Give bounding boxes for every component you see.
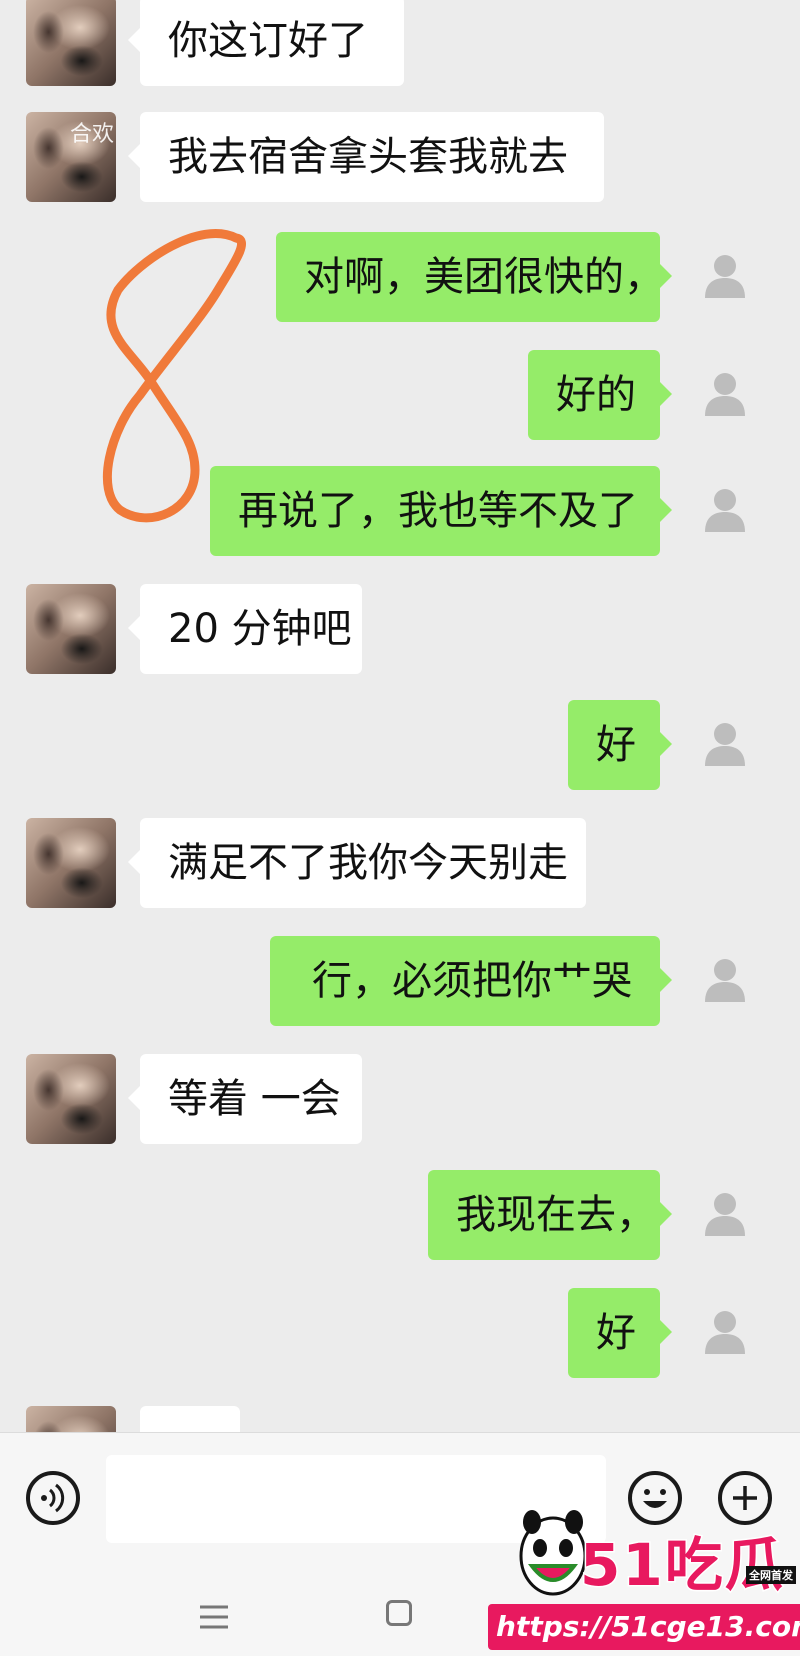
message-row: 好 [0,700,800,790]
default-person-icon [705,489,745,532]
default-person-icon [705,255,745,298]
chat-area[interactable]: 你这订好了我去宿舍拿头套我就去对啊，美团很快的， 好的再说了，我也等不及了 20 分… [0,0,800,1432]
default-person-icon [705,373,745,416]
watermelon-mascot-icon [519,1510,587,1596]
my-avatar[interactable] [680,232,770,322]
default-person-icon [705,723,745,766]
outgoing-message-bubble[interactable]: 行，必须把你艹哭 [270,936,672,1026]
incoming-message-bubble[interactable]: 我去宿舍拿头套我就去 [128,112,604,202]
contact-avatar[interactable] [26,584,116,674]
message-row [0,1406,800,1432]
outgoing-message-bubble[interactable]: 好 [568,1288,672,1378]
default-person-icon [705,959,745,1002]
default-person-icon [705,1193,745,1236]
message-row: 满足不了我你今天别走 [0,818,800,908]
message-row: 行，必须把你艹哭 [0,936,800,1026]
my-avatar[interactable] [680,466,770,556]
brand-logo: 51吃瓜 [579,1530,785,1601]
incoming-message-bubble[interactable]: 满足不了我你今天别走 [128,818,586,908]
outgoing-message-bubble[interactable]: 对啊，美团很快的， [276,232,672,322]
outgoing-message-bubble[interactable]: 再说了，我也等不及了 [210,466,672,556]
message-row: 好 [0,1288,800,1378]
message-row: 20 分钟吧 [0,584,800,674]
incoming-message-bubble[interactable]: 20 分钟吧 [128,584,362,674]
my-avatar[interactable] [680,1170,770,1260]
overlay-text: 合欢 [70,122,115,147]
contact-avatar[interactable] [26,818,116,908]
incoming-message-bubble[interactable]: 等着 一会 [128,1054,362,1144]
message-row: 等着 一会 [0,1054,800,1144]
my-avatar[interactable] [680,936,770,1026]
menu-icon[interactable] [198,1602,230,1632]
default-person-icon [705,1311,745,1354]
outgoing-message-bubble[interactable]: 我现在去， [428,1170,672,1260]
incoming-message-bubble[interactable]: 你这订好了 [128,0,404,86]
contact-avatar[interactable] [26,1054,116,1144]
contact-avatar[interactable] [26,0,116,86]
brand-watermark: 51吃瓜 全网首发 https://51cge13.com [488,1496,800,1656]
contact-avatar[interactable] [26,1406,116,1432]
brand-url[interactable]: https://51cge13.com [488,1604,800,1650]
voice-button[interactable] [26,1471,80,1525]
message-row: 对啊，美团很快的， [0,232,800,322]
message-row: 你这订好了 [0,0,800,86]
message-row: 再说了，我也等不及了 [0,466,800,556]
voice-icon [41,1483,65,1513]
my-avatar[interactable] [680,700,770,790]
my-avatar[interactable] [680,1288,770,1378]
my-avatar[interactable] [680,350,770,440]
message-row: 我去宿舍拿头套我就去 [0,112,800,202]
message-row: 好的 [0,350,800,440]
incoming-message-bubble[interactable] [140,1406,240,1432]
brand-tag: 全网首发 [746,1566,796,1584]
home-icon[interactable] [386,1600,412,1626]
outgoing-message-bubble[interactable]: 好的 [528,350,672,440]
message-row: 我现在去， [0,1170,800,1260]
outgoing-message-bubble[interactable]: 好 [568,700,672,790]
